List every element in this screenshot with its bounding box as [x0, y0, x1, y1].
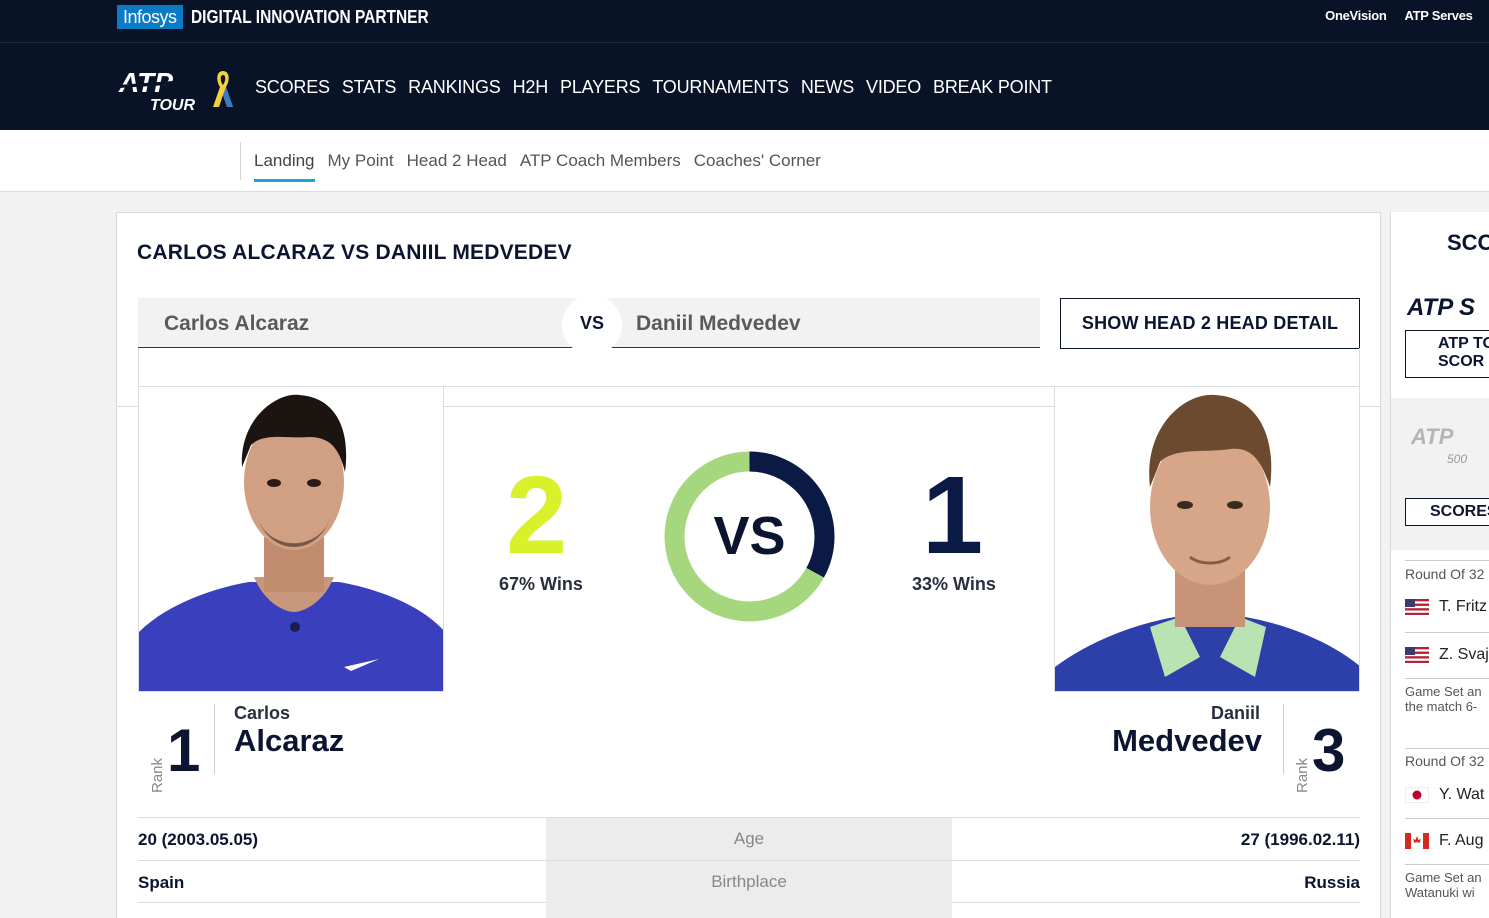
page-title: CARLOS ALCARAZ VS DANIIL MEDVEDEV: [137, 241, 572, 264]
show-h2h-detail-button[interactable]: SHOW HEAD 2 HEAD DETAIL: [1060, 298, 1360, 349]
nav-scores[interactable]: SCORES: [255, 77, 330, 98]
nav-video[interactable]: VIDEO: [866, 77, 921, 98]
subnav-landing[interactable]: Landing: [254, 151, 315, 182]
player-two-last-name[interactable]: Medvedev: [1112, 723, 1262, 759]
nav-rankings[interactable]: RANKINGS: [408, 77, 501, 98]
top-link-onevision[interactable]: OneVision: [1325, 8, 1387, 23]
nav-players[interactable]: PLAYERS: [560, 77, 641, 98]
player-one-last-name[interactable]: Alcaraz: [234, 723, 344, 759]
nav-news[interactable]: NEWS: [801, 77, 854, 98]
subnav-head-2-head[interactable]: Head 2 Head: [407, 151, 507, 182]
rail-match-1-note-1: Game Set an: [1405, 684, 1482, 699]
nav-h2h[interactable]: H2H: [513, 77, 549, 98]
stat-row-next: [138, 904, 1360, 918]
nav-break-point[interactable]: BREAK POINT: [933, 77, 1052, 98]
rail-divider: [1405, 632, 1489, 633]
rail-atp-logo: ATP S: [1407, 294, 1476, 321]
rail-divider: [1405, 678, 1489, 679]
rail-round-1: Round Of 32: [1405, 566, 1485, 582]
usa-flag-icon: [1405, 599, 1429, 615]
top-bar: Infosys DIGITAL INNOVATION PARTNER OneVi…: [0, 0, 1489, 43]
player-two-age: 27 (1996.02.11): [1240, 830, 1360, 849]
rail-scores-button[interactable]: SCORES: [1405, 498, 1489, 526]
stat-row-birthplace: Spain Birthplace Russia: [138, 860, 1360, 904]
h2h-card: CARLOS ALCARAZ VS DANIIL MEDVEDEV Carlos…: [116, 212, 1381, 918]
player-two-birthplace: Russia: [1304, 873, 1360, 892]
subnav-coaches-corner[interactable]: Coaches' Corner: [694, 151, 821, 182]
rail-divider: [1405, 818, 1489, 819]
rail-match-1-player-1[interactable]: T. Fritz: [1405, 598, 1487, 616]
top-link-atp-serves[interactable]: ATP Serves: [1405, 8, 1473, 23]
nav-stats[interactable]: STATS: [342, 77, 397, 98]
rail-tournament-panel: [1391, 398, 1489, 550]
subnav-my-point[interactable]: My Point: [328, 151, 394, 182]
player-one-birthplace: Spain: [138, 873, 185, 892]
player-one-age: 20 (2003.05.05): [138, 830, 259, 849]
player-one-win-pct: 67% Wins: [499, 574, 583, 594]
rail-atp-tour-scores-button[interactable]: ATP TO SCOR: [1405, 330, 1489, 378]
rail-divider: [1405, 560, 1489, 561]
player-two-name-divider: [1283, 704, 1284, 774]
main-nav: ATP TOUR SCORES STATS RANKINGS H2H PLAYE…: [0, 43, 1489, 130]
atp-500-logo: ATP 500: [1411, 424, 1468, 467]
rail-match-2-note-2: Watanuki wi: [1405, 885, 1475, 900]
japan-flag-icon: [1405, 787, 1429, 803]
player-one-rank: 1: [167, 717, 201, 784]
player-two-wins: 1: [922, 454, 984, 577]
scores-rail: SCO ATP S ATP TO SCOR ATP500 SCORES Roun…: [1390, 212, 1489, 918]
infosys-logo[interactable]: Infosys: [117, 5, 183, 29]
nav-tournaments[interactable]: TOURNAMENTS: [652, 77, 789, 98]
canada-flag-icon: [1405, 833, 1429, 849]
rail-match-2-player-1[interactable]: Y. Wat: [1405, 786, 1484, 804]
rail-match-2-note-1: Game Set an: [1405, 870, 1482, 885]
subnav-coach-members[interactable]: ATP Coach Members: [520, 151, 681, 182]
player-two-win-pct: 33% Wins: [912, 574, 996, 594]
player-one-photo: [138, 387, 444, 692]
player-two-rank-label: Rank: [1294, 757, 1311, 793]
stat-row-age: 20 (2003.05.05) Age 27 (1996.02.11): [138, 817, 1360, 861]
rail-player-name: F. Aug: [1439, 832, 1484, 849]
player-one-input[interactable]: Carlos Alcaraz: [164, 312, 309, 336]
partner-label: DIGITAL INNOVATION PARTNER: [191, 7, 429, 27]
ribbon-icon: [213, 71, 233, 107]
logo-subtext: TOUR: [150, 97, 195, 112]
primary-nav: SCORES STATS RANKINGS H2H PLAYERS TOURNA…: [255, 77, 1052, 98]
player-one-rank-label: Rank: [149, 757, 166, 793]
rail-divider: [1405, 864, 1489, 865]
rail-divider: [1405, 748, 1489, 749]
stat-label-next: [546, 904, 952, 918]
player-two-input[interactable]: Daniil Medvedev: [636, 312, 801, 336]
subnav-divider: [240, 142, 241, 180]
rail-match-1-player-2[interactable]: Z. Svaj: [1405, 646, 1489, 664]
player-two-rank: 3: [1312, 717, 1346, 784]
rail-player-name: Y. Wat: [1439, 786, 1485, 803]
rail-player-name: Z. Svaj: [1439, 646, 1489, 663]
usa-flag-icon: [1405, 647, 1429, 663]
rail-heading: SCO: [1447, 230, 1489, 255]
rail-match-1-note-2: the match 6-: [1405, 699, 1478, 714]
stat-label-age: Age: [546, 818, 952, 861]
rail-round-2: Round Of 32: [1405, 753, 1485, 769]
top-links: OneVision ATP Serves Wa: [1325, 8, 1489, 23]
player-one-first-name: Carlos: [234, 703, 291, 723]
player-one-wins: 2: [506, 454, 568, 577]
player-two-first-name: Daniil: [1210, 703, 1260, 723]
spacer-row: [138, 348, 1360, 387]
vs-badge: VS: [562, 295, 622, 355]
rail-match-2-player-2[interactable]: F. Aug: [1405, 832, 1483, 850]
donut-vs-label: VS: [713, 506, 786, 566]
sub-nav: Landing My Point Head 2 Head ATP Coach M…: [0, 130, 1489, 192]
rail-player-name: T. Fritz: [1439, 598, 1487, 615]
player-two-photo: [1054, 387, 1360, 692]
stat-label-birthplace: Birthplace: [546, 861, 952, 904]
atp-tour-logo[interactable]: ATP TOUR: [117, 68, 201, 112]
player-one-name-divider: [214, 704, 215, 774]
